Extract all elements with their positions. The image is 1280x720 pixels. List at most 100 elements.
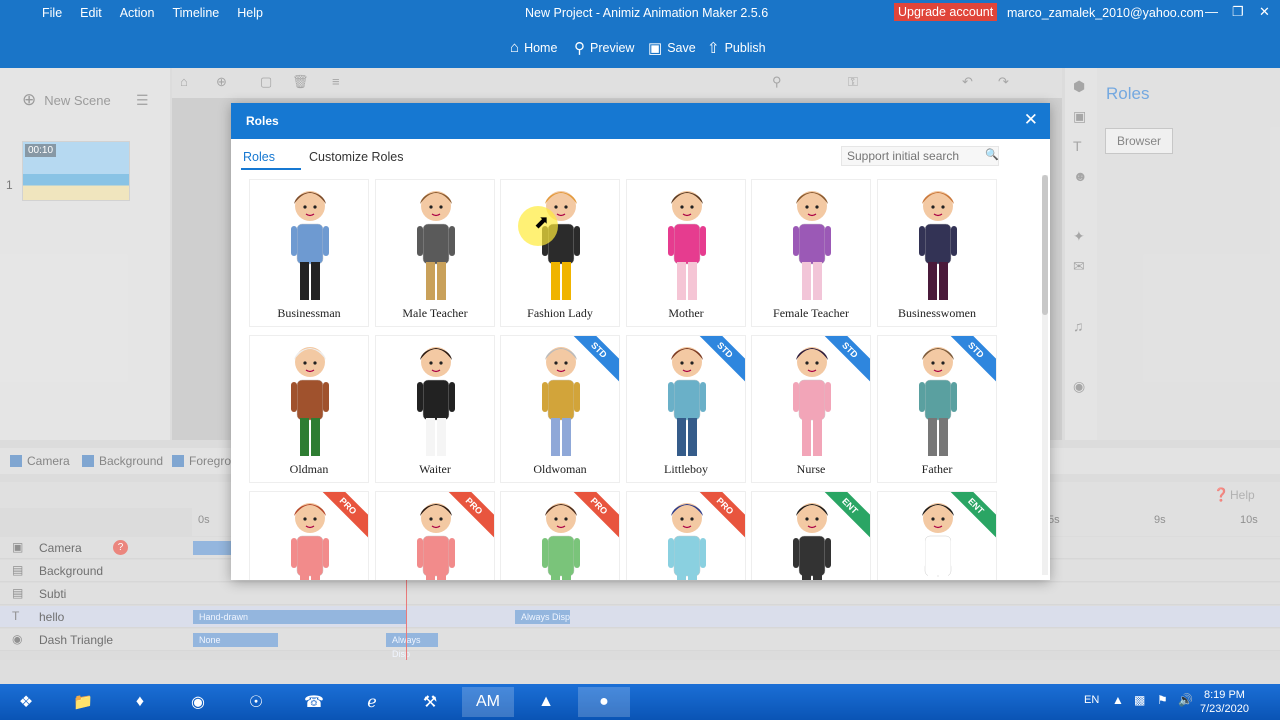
role-figure <box>417 347 455 456</box>
preview-label: Preview <box>590 41 635 55</box>
role-card[interactable]: ENT <box>877 491 997 580</box>
menu-timeline[interactable]: Timeline <box>163 6 228 20</box>
dialog-header: Roles ✕ <box>231 103 1050 139</box>
role-name: Oldwoman <box>533 462 587 476</box>
edge-icon[interactable]: ℯ <box>346 687 398 717</box>
tray-arrow-icon[interactable]: ▲ <box>1112 693 1124 707</box>
preview-button[interactable]: ⚲ Preview <box>574 39 634 57</box>
search-input[interactable] <box>841 146 999 166</box>
role-name: Waiter <box>419 462 451 476</box>
role-card[interactable]: STD Nurse <box>751 335 871 483</box>
app-title: New Project - Animiz Animation Maker 2.5… <box>525 6 769 20</box>
role-name: Businessman <box>277 306 341 320</box>
mouse-pointer-icon: ⬈ <box>534 212 550 232</box>
roles-dialog: Roles ✕ Roles Customize Roles 🔍 Business… <box>231 103 1050 580</box>
clock[interactable]: 8:19 PM 7/23/2020 <box>1200 688 1249 716</box>
flag-icon[interactable]: ⚑ <box>1157 693 1168 707</box>
role-figure <box>793 347 831 456</box>
kleopatra-icon[interactable]: ♦ <box>114 687 166 717</box>
close-window-icon[interactable]: ✕ <box>1259 4 1270 20</box>
menu-action[interactable]: Action <box>111 6 164 20</box>
explorer-icon[interactable]: 📁 <box>57 687 109 717</box>
main-toolbar: ⌂ Home ⚲ Preview ▣ Save ⇧ Publish <box>0 26 1280 68</box>
start-icon[interactable]: ❖ <box>0 687 52 717</box>
role-name: Oldman <box>289 462 329 476</box>
language-indicator[interactable]: EN <box>1084 694 1099 706</box>
recorder-icon[interactable]: ● <box>578 687 630 717</box>
save-label: Save <box>667 41 696 55</box>
home-icon: ⌂ <box>510 39 520 56</box>
animiz-icon[interactable]: AM <box>462 687 514 717</box>
role-card[interactable]: Male Teacher <box>375 179 495 327</box>
role-name: Littleboy <box>664 462 708 476</box>
role-figure <box>668 347 706 456</box>
network-icon[interactable]: ▩ <box>1134 693 1145 707</box>
role-card[interactable]: Oldman <box>249 335 369 483</box>
role-name: Nurse <box>796 462 826 476</box>
role-figure <box>417 503 455 580</box>
role-name: Female Teacher <box>773 306 849 320</box>
role-card[interactable]: PRO <box>626 491 746 580</box>
role-name: Father <box>921 462 953 476</box>
firefox-icon[interactable]: ◉ <box>172 687 224 717</box>
role-figure <box>291 191 329 300</box>
chrome-icon[interactable]: ☉ <box>230 687 282 717</box>
role-figure <box>542 191 580 300</box>
role-figure <box>919 503 957 580</box>
user-email[interactable]: marco_zamalek_2010@yahoo.com <box>1007 6 1204 20</box>
menu-file[interactable]: File <box>33 6 71 20</box>
role-card[interactable]: STD Oldwoman <box>500 335 620 483</box>
role-card[interactable]: STD Father <box>877 335 997 483</box>
scrollbar[interactable] <box>1042 175 1048 575</box>
title-bar: File Edit Action Timeline Help New Proje… <box>0 0 1280 26</box>
role-name: Mother <box>668 306 704 320</box>
role-card[interactable]: PRO <box>375 491 495 580</box>
volume-icon[interactable]: 🔊 <box>1178 693 1193 707</box>
role-figure <box>668 503 706 580</box>
home-button[interactable]: ⌂ Home <box>510 39 557 56</box>
role-figure <box>291 503 329 580</box>
role-figure <box>793 503 831 580</box>
role-card[interactable]: PRO <box>500 491 620 580</box>
publish-icon: ⇧ <box>707 40 720 57</box>
whatsapp-icon[interactable]: ☎ <box>288 687 340 717</box>
preview-icon: ⚲ <box>574 40 585 57</box>
role-figure <box>291 347 329 456</box>
role-figure <box>542 347 580 456</box>
clock-time: 8:19 PM <box>1203 689 1245 701</box>
role-figure <box>793 191 831 300</box>
role-card[interactable]: PRO <box>249 491 369 580</box>
role-figure <box>542 503 580 580</box>
role-card[interactable]: ENT <box>751 491 871 580</box>
role-card[interactable]: Waiter <box>375 335 495 483</box>
role-name: Businesswomen <box>898 306 976 320</box>
tools-icon[interactable]: ⚒ <box>404 687 456 717</box>
role-card[interactable]: Fashion Lady <box>500 179 620 327</box>
role-card[interactable]: Mother <box>626 179 746 327</box>
role-card[interactable]: Female Teacher <box>751 179 871 327</box>
role-card[interactable]: Businesswomen <box>877 179 997 327</box>
scroll-thumb[interactable] <box>1042 175 1048 315</box>
menu-help[interactable]: Help <box>228 6 272 20</box>
role-figure <box>919 347 957 456</box>
dialog-title: Roles <box>246 114 279 128</box>
vlc-icon[interactable]: ▲ <box>520 687 572 717</box>
close-icon[interactable]: ✕ <box>1024 110 1038 130</box>
search-icon[interactable]: 🔍 <box>985 148 999 161</box>
publish-button[interactable]: ⇧ Publish <box>707 39 766 57</box>
role-figure <box>417 191 455 300</box>
tab-roles[interactable]: Roles <box>243 150 275 164</box>
active-tab-indicator <box>241 168 301 170</box>
role-card[interactable]: Businessman <box>249 179 369 327</box>
role-card[interactable]: STD Littleboy <box>626 335 746 483</box>
tab-customize-roles[interactable]: Customize Roles <box>309 150 403 164</box>
menu-edit[interactable]: Edit <box>71 6 111 20</box>
menu-bar: File Edit Action Timeline Help <box>0 6 272 20</box>
role-figure <box>668 191 706 300</box>
minimize-icon[interactable]: — <box>1205 4 1218 19</box>
home-label: Home <box>524 40 558 55</box>
upgrade-account-button[interactable]: Upgrade account <box>894 3 998 21</box>
role-figure <box>919 191 957 300</box>
save-button[interactable]: ▣ Save <box>648 39 696 57</box>
restore-icon[interactable]: ❐ <box>1232 4 1244 20</box>
